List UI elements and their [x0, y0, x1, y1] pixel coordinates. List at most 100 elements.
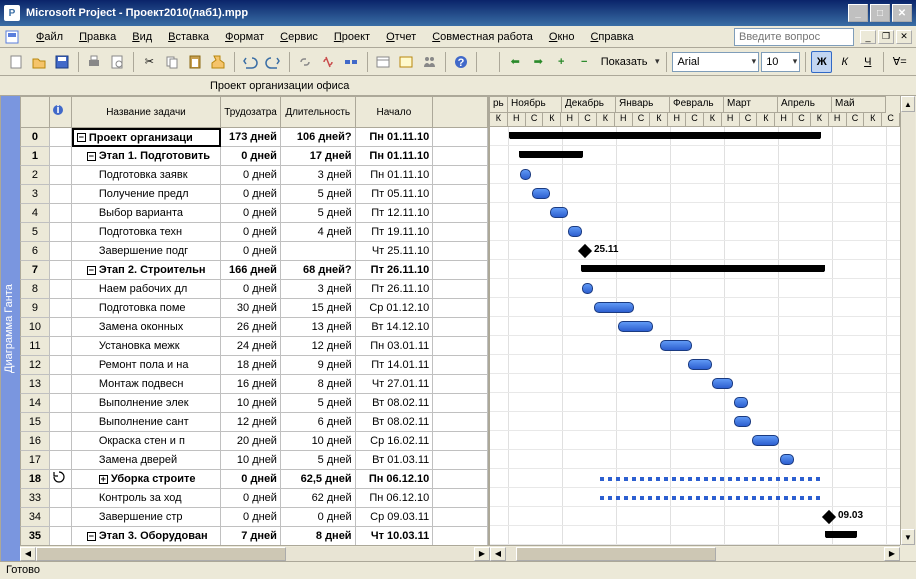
extra-cell[interactable] [433, 451, 488, 470]
outline-toggle[interactable]: + [99, 475, 108, 484]
task-name-cell[interactable]: Окраска стен и п [72, 432, 221, 451]
extra-cell[interactable] [433, 356, 488, 375]
col-work[interactable]: Трудозатра [221, 96, 281, 128]
progress-bar[interactable] [600, 496, 820, 500]
task-row[interactable]: 17Замена дверей10 дней5 днейВт 01.03.11 [20, 451, 488, 470]
duration-cell[interactable]: 68 дней? [281, 261, 356, 280]
row-number[interactable]: 33 [20, 489, 50, 508]
gantt-row[interactable] [490, 127, 900, 146]
work-cell[interactable]: 0 дней [221, 166, 281, 185]
extra-cell[interactable] [433, 128, 488, 147]
extra-cell[interactable] [433, 527, 488, 545]
milestone-diamond[interactable] [822, 510, 836, 524]
gantt-row[interactable] [490, 222, 900, 241]
start-cell[interactable]: Ср 16.02.11 [356, 432, 434, 451]
task-bar[interactable] [734, 397, 748, 408]
menu-отчет[interactable]: Отчет [378, 29, 424, 45]
work-cell[interactable]: 26 дней [221, 318, 281, 337]
gantt-row[interactable] [490, 450, 900, 469]
gantt-row[interactable] [490, 317, 900, 336]
duration-cell[interactable] [281, 242, 356, 261]
row-number[interactable]: 3 [20, 185, 50, 204]
hide-subtasks-button[interactable]: − [574, 51, 595, 73]
duration-cell[interactable]: 9 дней [281, 356, 356, 375]
maximize-button[interactable]: □ [870, 4, 890, 22]
task-row[interactable]: 1−Этап 1. Подготовить0 дней17 днейПн 01.… [20, 147, 488, 166]
task-row[interactable]: 15Выполнение сант12 дней6 днейВт 08.02.1… [20, 413, 488, 432]
vertical-scrollbar[interactable]: ▲ ▼ [900, 96, 916, 545]
new-button[interactable] [6, 51, 27, 73]
link-button[interactable] [295, 51, 316, 73]
duration-cell[interactable]: 13 дней [281, 318, 356, 337]
start-cell[interactable]: Вт 08.02.11 [356, 413, 434, 432]
work-cell[interactable]: 16 дней [221, 375, 281, 394]
task-row[interactable]: 7−Этап 2. Строительн166 дней68 дней?Пт 2… [20, 261, 488, 280]
duration-cell[interactable]: 106 дней? [281, 128, 356, 147]
extra-cell[interactable] [433, 508, 488, 527]
grid-horizontal-scrollbar[interactable]: ◀ ▶ [20, 545, 490, 561]
minimize-button[interactable]: _ [848, 4, 868, 22]
mdi-restore-button[interactable]: ❐ [878, 30, 894, 44]
extra-cell[interactable] [433, 242, 488, 261]
task-name-cell[interactable]: Выполнение элек [72, 394, 221, 413]
work-cell[interactable]: 173 дней [221, 128, 281, 147]
work-cell[interactable]: 0 дней [221, 185, 281, 204]
gantt-row[interactable] [490, 488, 900, 507]
row-number[interactable]: 9 [20, 299, 50, 318]
extra-cell[interactable] [433, 166, 488, 185]
start-cell[interactable]: Пн 06.12.10 [356, 489, 434, 508]
undo-button[interactable] [240, 51, 261, 73]
mdi-close-button[interactable]: ✕ [896, 30, 912, 44]
extra-cell[interactable] [433, 489, 488, 508]
menu-файл[interactable]: Файл [28, 29, 71, 45]
menu-вставка[interactable]: Вставка [160, 29, 217, 45]
work-cell[interactable]: 0 дней [221, 280, 281, 299]
start-cell[interactable]: Пн 03.01.11 [356, 337, 434, 356]
menu-формат[interactable]: Формат [217, 29, 272, 45]
task-name-cell[interactable]: −Этап 1. Подготовить [72, 147, 221, 166]
task-bar[interactable] [582, 283, 593, 294]
work-cell[interactable]: 0 дней [221, 508, 281, 527]
extra-cell[interactable] [433, 147, 488, 166]
start-cell[interactable]: Вт 01.03.11 [356, 451, 434, 470]
task-name-cell[interactable]: Подготовка заявк [72, 166, 221, 185]
task-name-cell[interactable]: Подготовка поме [72, 299, 221, 318]
task-row[interactable]: 35−Этап 3. Оборудован7 дней8 днейЧт 10.0… [20, 527, 488, 545]
gantt-row[interactable]: 09.03 [490, 507, 900, 526]
gantt-row[interactable] [490, 393, 900, 412]
gantt-row[interactable] [490, 469, 900, 488]
progress-bar[interactable] [600, 477, 820, 481]
work-cell[interactable]: 18 дней [221, 356, 281, 375]
task-name-cell[interactable]: Ремонт пола и на [72, 356, 221, 375]
start-cell[interactable]: Пт 26.11.10 [356, 261, 434, 280]
task-row[interactable]: 5Подготовка техн0 дней4 днейПт 19.11.10 [20, 223, 488, 242]
start-cell[interactable]: Чт 27.01.11 [356, 375, 434, 394]
bold-button[interactable]: Ж [811, 51, 832, 73]
extra-cell[interactable] [433, 470, 488, 489]
task-bar[interactable] [532, 188, 550, 199]
gantt-row[interactable]: 25.11 [490, 241, 900, 260]
menu-совместная работа[interactable]: Совместная работа [424, 29, 541, 45]
task-row[interactable]: 13Монтаж подвесн16 дней8 днейЧт 27.01.11 [20, 375, 488, 394]
cut-button[interactable]: ✂ [139, 51, 160, 73]
copy-button[interactable] [162, 51, 183, 73]
gantt-row[interactable] [490, 165, 900, 184]
row-number[interactable]: 8 [20, 280, 50, 299]
row-number[interactable]: 17 [20, 451, 50, 470]
extra-cell[interactable] [433, 204, 488, 223]
col-extra[interactable] [433, 96, 488, 128]
task-name-cell[interactable]: Получение предл [72, 185, 221, 204]
row-number[interactable]: 6 [20, 242, 50, 261]
gantt-row[interactable] [490, 146, 900, 165]
duration-cell[interactable]: 10 дней [281, 432, 356, 451]
task-name-cell[interactable]: Завершение стр [72, 508, 221, 527]
task-row[interactable]: 8Наем рабочих дл0 дней3 днейПт 26.11.10 [20, 280, 488, 299]
task-name-cell[interactable]: Монтаж подвесн [72, 375, 221, 394]
row-number[interactable]: 10 [20, 318, 50, 337]
italic-button[interactable]: К [834, 51, 855, 73]
gantt-row[interactable] [490, 298, 900, 317]
gantt-row[interactable] [490, 412, 900, 431]
redo-button[interactable] [263, 51, 284, 73]
work-cell[interactable]: 0 дней [221, 204, 281, 223]
duration-cell[interactable]: 3 дней [281, 166, 356, 185]
